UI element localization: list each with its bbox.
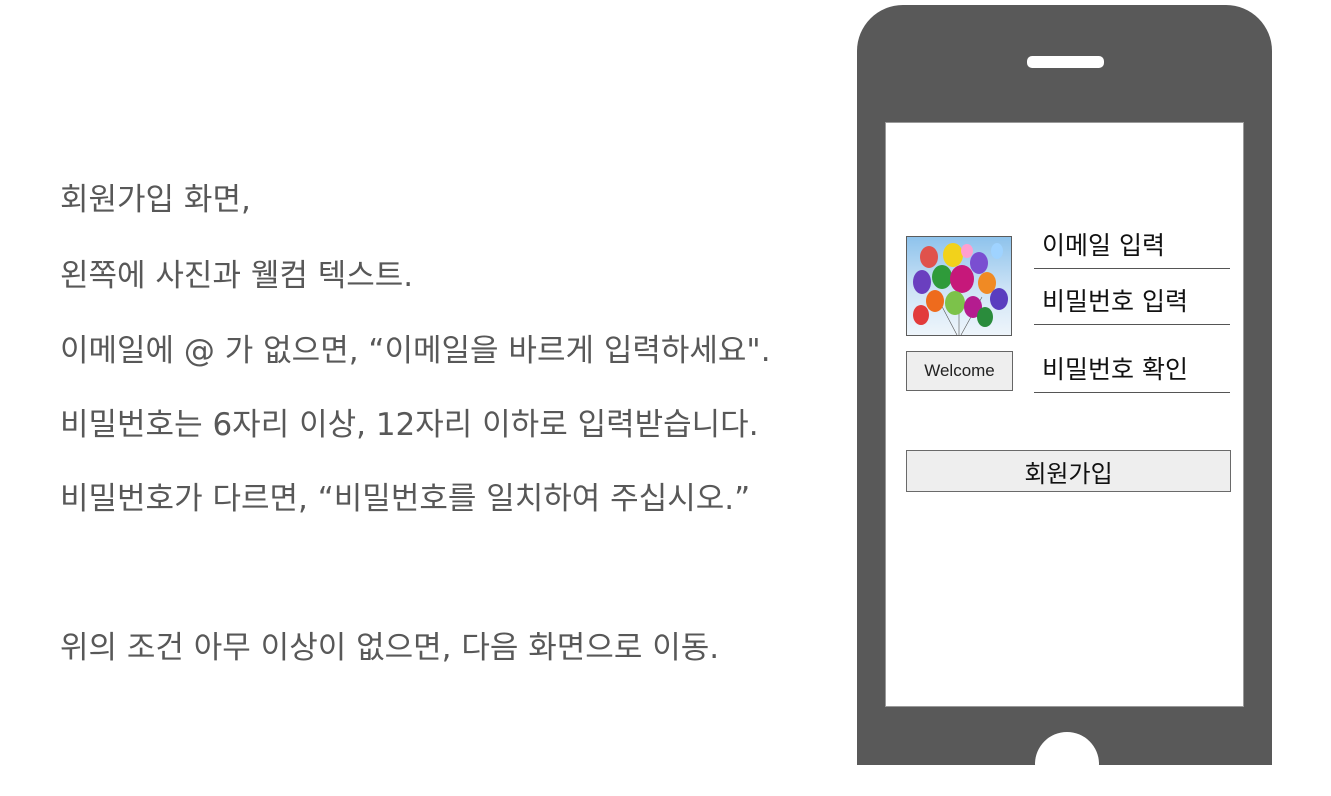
home-button[interactable]	[1035, 732, 1099, 796]
email-field[interactable]: 이메일 입력	[1034, 229, 1230, 269]
email-placeholder: 이메일 입력	[1042, 231, 1165, 260]
password-field[interactable]: 비밀번호 입력	[1034, 285, 1230, 325]
description-line-1: 회원가입 화면,	[60, 182, 251, 218]
password-confirm-field[interactable]: 비밀번호 확인	[1034, 353, 1230, 393]
description-line-5: 비밀번호가 다르면, “비밀번호를 일치하여 주십시오.”	[60, 481, 751, 517]
balloons-photo-icon	[906, 236, 1012, 336]
description-line-6: 위의 조건 아무 이상이 없으면, 다음 화면으로 이동.	[60, 630, 720, 666]
password-placeholder: 비밀번호 입력	[1042, 287, 1188, 316]
description-line-3: 이메일에 @ 가 없으면, “이메일을 바르게 입력하세요".	[60, 333, 771, 369]
password-confirm-placeholder: 비밀번호 확인	[1042, 355, 1188, 384]
description-line-4: 비밀번호는 6자리 이상, 12자리 이하로 입력받습니다.	[60, 407, 759, 443]
welcome-label: Welcome	[906, 351, 1013, 391]
signup-button[interactable]: 회원가입	[906, 450, 1231, 492]
phone-mockup: Welcome 이메일 입력 비밀번호 입력 비밀번호 확인 회원가입	[857, 5, 1272, 796]
phone-screen: Welcome 이메일 입력 비밀번호 입력 비밀번호 확인 회원가입	[885, 122, 1244, 707]
phone-speaker	[1027, 56, 1104, 68]
description-line-2: 왼쪽에 사진과 웰컴 텍스트.	[60, 258, 414, 294]
